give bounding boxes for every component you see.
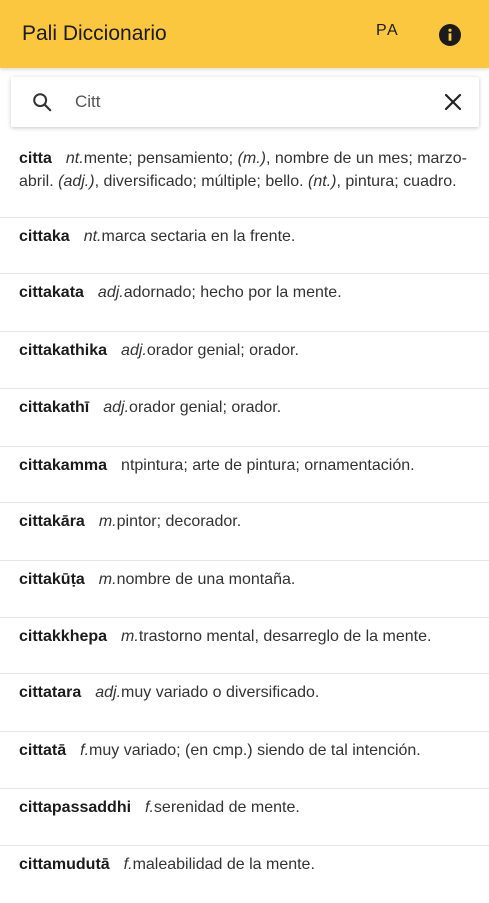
entry-definition: ntpintura; arte de pintura; ornamentació… <box>121 457 415 474</box>
app-bar: Pali Diccionario PA <box>0 0 489 68</box>
search-bar <box>11 77 479 127</box>
entry-grammar-tag: m. <box>98 571 117 588</box>
entry-grammar-tag: adj. <box>121 342 147 359</box>
search-icon <box>33 93 52 112</box>
entry-grammar-tag: (adj.) <box>58 173 95 190</box>
entry-word: cittakathī <box>19 399 90 416</box>
entry-cittakathika[interactable]: cittakathika adj.orador genial; orador. <box>0 332 489 389</box>
entry-word: cittaka <box>19 228 70 245</box>
entry-definition: serenidad de mente. <box>153 799 300 816</box>
entry-grammar-tag: adj. <box>103 399 130 416</box>
entry-word: cittakūṭa <box>19 571 85 588</box>
entry-grammar-tag: f. <box>145 799 154 816</box>
entry-grammar-tag: nt. <box>83 228 102 245</box>
entry-definition: nombre de una montaña. <box>116 571 296 588</box>
entry-definition: mente; pensamiento; <box>83 150 238 167</box>
entry-word: citta <box>19 150 52 167</box>
entry-word: cittakāra <box>19 513 85 530</box>
entry-grammar-tag: m. <box>98 513 117 530</box>
entry-cittata[interactable]: cittatā f.muy variado; (en cmp.) siendo d… <box>0 732 489 789</box>
entry-word: cittapassaddhi <box>19 799 132 816</box>
entry-definition: orador genial; orador. <box>129 399 282 416</box>
entry-definition: adornado; hecho por la mente. <box>123 284 342 301</box>
entry-cittakathi[interactable]: cittakathī adj.orador genial; orador. <box>0 389 489 447</box>
entry-grammar-tag: m. <box>121 628 139 645</box>
entry-grammar-tag: adj. <box>95 684 122 701</box>
search-input[interactable] <box>75 89 415 115</box>
entry-grammar-tag: f. <box>80 742 90 759</box>
info-icon[interactable] <box>438 23 462 47</box>
entry-cittamuduta[interactable]: cittamudutā f.maleabilidad de la mente. <box>0 846 489 903</box>
entry-grammar-tag: (nt.) <box>308 173 337 190</box>
clear-search-icon[interactable] <box>443 92 463 112</box>
entry-word: cittatā <box>19 742 67 759</box>
entry-definition: maleabilidad de la mente. <box>132 856 315 873</box>
entry-word: cittakkhepa <box>19 628 108 645</box>
entry-cittatara[interactable]: cittatara adj.muy variado o diversificado… <box>0 674 489 732</box>
entry-definition: muy variado o diversificado. <box>121 684 320 701</box>
entry-definition: , diversificado; múltiple; bello. <box>94 173 309 190</box>
entry-grammar-tag: nt. <box>65 150 84 167</box>
entry-cittakara[interactable]: cittakāra m.pintor; decorador. <box>0 503 489 561</box>
language-toggle-button[interactable]: PA <box>376 22 399 40</box>
entry-word: cittakamma <box>19 457 108 474</box>
entry-cittakuta[interactable]: cittakūṭa m.nombre de una montaña. <box>0 561 489 618</box>
entry-cittaka[interactable]: cittaka nt.marca sectaria en la frente. <box>0 218 489 274</box>
entry-grammar-tag: (m.) <box>237 150 267 167</box>
entry-definition: , pintura; cuadro. <box>336 173 457 190</box>
entry-definition: marca sectaria en la frente. <box>101 228 296 245</box>
entry-grammar-tag: adj. <box>97 284 124 301</box>
entry-definition: orador genial; orador. <box>146 342 299 359</box>
entry-cittakkhepa[interactable]: cittakkhepa m.trastorno mental, desarregl… <box>0 618 489 674</box>
app-title: Pali Diccionario <box>22 22 167 45</box>
entry-citta[interactable]: citta nt.mente; pensamiento; (m.), nombre… <box>0 140 489 218</box>
entry-grammar-tag: f. <box>123 856 133 873</box>
entry-word: cittakathika <box>19 342 108 359</box>
entry-definition: muy variado; (en cmp.) siendo de tal int… <box>89 742 421 759</box>
entry-definition: pintor; decorador. <box>116 513 242 530</box>
entry-word: cittamudutā <box>19 856 110 873</box>
entry-cittakata[interactable]: cittakata adj.adornado; hecho por la ment… <box>0 274 489 332</box>
entry-word: cittakata <box>19 284 84 301</box>
entry-definition: trastorno mental, desarreglo de la mente… <box>138 628 432 645</box>
entry-word: cittatara <box>19 684 82 701</box>
entry-cittakamma[interactable]: cittakamma ntpintura; arte de pintura; or… <box>0 447 489 503</box>
entry-cittapassaddhi[interactable]: cittapassaddhi f.serenidad de mente. <box>0 789 489 846</box>
result-list: citta nt.mente; pensamiento; (m.), nombre… <box>0 140 489 903</box>
